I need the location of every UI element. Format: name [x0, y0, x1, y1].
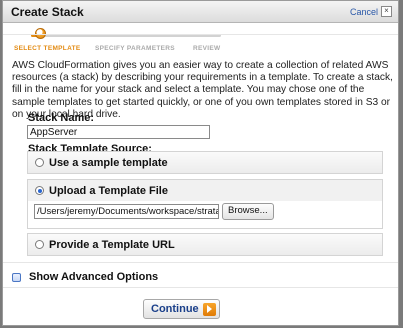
template-url-radio[interactable]: [35, 240, 44, 249]
cancel-link[interactable]: Cancel ×: [350, 6, 392, 17]
template-url-label[interactable]: Provide a Template URL: [49, 239, 175, 251]
sample-template-label[interactable]: Use a sample template: [49, 157, 168, 169]
stack-name-label: Stack Name:: [28, 112, 95, 124]
divider: [3, 287, 398, 288]
browse-button[interactable]: Browse...: [222, 203, 274, 220]
step-select-template: SELECT TEMPLATE: [14, 45, 81, 52]
create-stack-dialog: Create Stack Cancel × SELECT TEMPLATE SP…: [2, 0, 399, 326]
wizard-progress: SELECT TEMPLATE SPECIFY PARAMETERS REVIE…: [3, 25, 398, 55]
upload-template-header[interactable]: Upload a Template File: [28, 180, 382, 201]
file-row: /Users/jeremy/Documents/workspace/strata…: [34, 203, 274, 220]
dialog-title: Create Stack: [11, 5, 84, 19]
upload-template-radio[interactable]: [35, 186, 44, 195]
sample-template-radio[interactable]: [35, 158, 44, 167]
template-file-path-input[interactable]: /Users/jeremy/Documents/workspace/strata…: [34, 204, 219, 219]
upload-template-option[interactable]: Upload a Template File /Users/jeremy/Doc…: [27, 179, 383, 229]
dialog-titlebar: Create Stack Cancel ×: [3, 1, 398, 23]
advanced-options-checkbox[interactable]: [12, 272, 21, 282]
upload-template-label[interactable]: Upload a Template File: [49, 185, 168, 197]
template-url-option[interactable]: Provide a Template URL: [27, 233, 383, 256]
continue-label[interactable]: Continue: [151, 303, 199, 315]
cancel-label[interactable]: Cancel: [350, 7, 378, 17]
template-url-header[interactable]: Provide a Template URL: [28, 234, 382, 255]
divider: [3, 262, 398, 263]
arrow-right-icon[interactable]: [202, 302, 216, 316]
sample-template-option[interactable]: Use a sample template: [27, 151, 383, 174]
step-review: REVIEW: [193, 45, 221, 52]
divider: [3, 34, 398, 35]
advanced-options-label[interactable]: Show Advanced Options: [29, 271, 158, 283]
step-specify-parameters: SPECIFY PARAMETERS: [95, 45, 175, 52]
stack-name-input[interactable]: [27, 125, 210, 139]
continue-button[interactable]: Continue: [143, 299, 220, 319]
sample-template-header[interactable]: Use a sample template: [28, 152, 382, 173]
close-icon[interactable]: ×: [381, 6, 392, 17]
advanced-options-toggle[interactable]: Show Advanced Options: [12, 271, 158, 283]
